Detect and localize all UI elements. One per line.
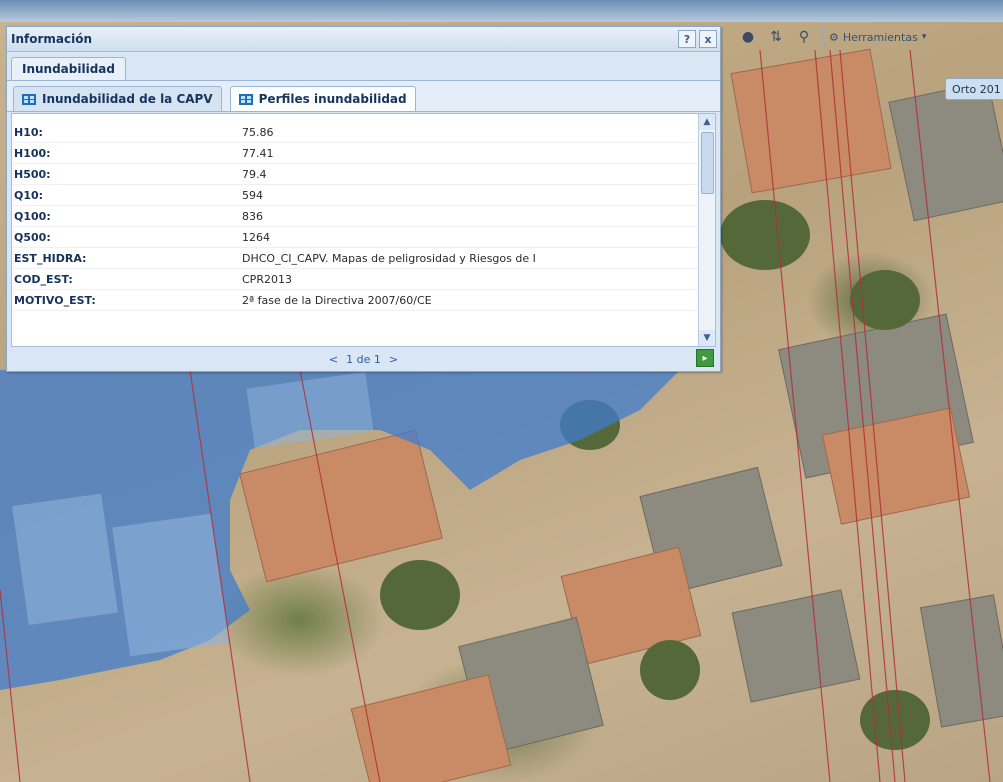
tab-perfiles-inundabilidad[interactable]: Perfiles inundabilidad <box>229 86 416 111</box>
pagination: < 1 de 1 > <box>7 347 720 371</box>
vertical-scrollbar[interactable]: ▲ ▼ <box>698 114 715 346</box>
panel-title: Información <box>11 32 93 46</box>
measure-icon[interactable]: ⇅ <box>766 27 786 47</box>
scroll-thumb[interactable] <box>701 132 714 194</box>
attribute-value: 836 <box>242 209 263 223</box>
sublayer-tabs: Inundabilidad de la CAPV Perfiles inunda… <box>7 81 720 112</box>
layer-tabs: Inundabilidad <box>7 52 720 81</box>
page-indicator: 1 de 1 <box>346 352 381 366</box>
info-panel: Información ? x Inundabilidad Inundabili… <box>6 26 721 372</box>
attribute-value: 79.4 <box>242 167 267 181</box>
attribute-table: H10: 75.86 H100: 77.41 H500: 79.4 Q10: 594 Q… <box>11 113 716 347</box>
tab-label: Perfiles inundabilidad <box>258 92 407 106</box>
help-button[interactable]: ? <box>678 30 696 48</box>
previous-page-button[interactable]: < <box>329 353 338 366</box>
attribute-row: Q100: 836 <box>12 206 700 227</box>
attribute-key: MOTIVO_EST: <box>14 293 96 307</box>
attribute-key: COD_EST: <box>14 272 73 286</box>
attribute-key: H10: <box>14 125 43 139</box>
close-button[interactable]: x <box>699 30 717 48</box>
attribute-row: Q500: 1264 <box>12 227 700 248</box>
attribute-row: MOTIVO_EST: 2ª fase de la Directiva 2007/… <box>12 290 700 311</box>
map-toolbar: ● ⇅ ⚲ ⚙ Herramientas ▾ <box>732 22 1003 52</box>
attribute-value: CPR2013 <box>242 272 292 286</box>
attribute-row: COD_EST: CPR2013 <box>12 269 700 290</box>
attribute-row: EST_HIDRA: DHCO_CI_CAPV. Mapas de peligro… <box>12 248 700 269</box>
tab-label: Inundabilidad de la CAPV <box>42 92 213 106</box>
attribute-row: H10: 75.86 <box>12 122 700 143</box>
attribute-value: 594 <box>242 188 263 202</box>
attribute-value: 75.86 <box>242 125 274 139</box>
tools-menu-button[interactable]: ⚙ Herramientas ▾ <box>822 26 932 48</box>
attribute-key: H100: <box>14 146 51 160</box>
tab-inundabilidad[interactable]: Inundabilidad <box>11 57 126 80</box>
orthophoto-layer-button[interactable]: Orto 201 <box>945 78 1003 100</box>
chevron-down-icon: ▾ <box>921 32 927 42</box>
attribute-row: H100: 77.41 <box>12 143 700 164</box>
attribute-row: Q10: 594 <box>12 185 700 206</box>
location-pin-icon[interactable]: ● <box>738 27 758 47</box>
scroll-up-icon[interactable]: ▲ <box>699 114 715 130</box>
scroll-down-icon[interactable]: ▼ <box>699 330 715 346</box>
attribute-key: Q10: <box>14 188 44 202</box>
attribute-value: 1264 <box>242 230 270 244</box>
attribute-key: H500: <box>14 167 51 181</box>
attribute-key: Q100: <box>14 209 51 223</box>
attribute-rows: H10: 75.86 H100: 77.41 H500: 79.4 Q10: 594 Q… <box>12 122 700 311</box>
table-icon <box>238 93 253 105</box>
attribute-key: EST_HIDRA: <box>14 251 87 265</box>
walker-icon[interactable]: ⚲ <box>794 27 814 47</box>
attribute-row: H500: 79.4 <box>12 164 700 185</box>
table-icon <box>22 93 36 105</box>
next-page-button[interactable]: > <box>389 353 398 366</box>
attribute-key: Q500: <box>14 230 51 244</box>
attribute-value: 2ª fase de la Directiva 2007/60/CE <box>242 293 432 307</box>
export-icon[interactable]: ▸ <box>696 349 714 367</box>
tools-menu-label: Herramientas <box>842 30 918 44</box>
gear-icon: ⚙ <box>829 30 839 44</box>
attribute-value: DHCO_CI_CAPV. Mapas de peligrosidad y Ri… <box>242 251 536 265</box>
tab-inundabilidad-capv[interactable]: Inundabilidad de la CAPV <box>13 86 222 111</box>
panel-header: Información ? x <box>7 27 720 52</box>
attribute-value: 77.41 <box>242 146 274 160</box>
